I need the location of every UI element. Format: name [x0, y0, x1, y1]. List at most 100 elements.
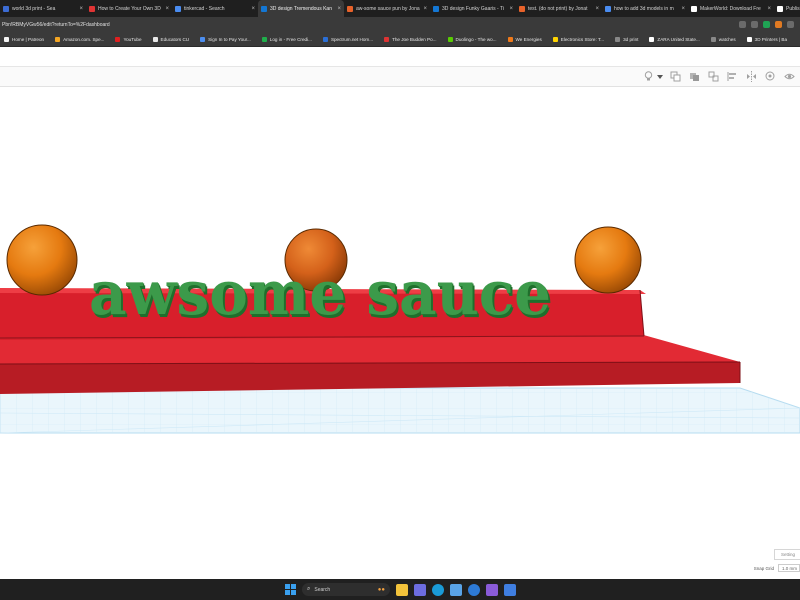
bookmark-item[interactable]: 3d print	[611, 36, 642, 42]
tab-label: Publish Mode	[786, 5, 800, 12]
tab-label: 3D design Funky Gaaris - Ti	[442, 5, 504, 12]
install-app-icon[interactable]	[739, 21, 746, 28]
profile-icon[interactable]	[775, 21, 782, 28]
media-icon[interactable]	[486, 583, 498, 596]
tab-favicon-icon	[175, 5, 181, 12]
bookmark-item[interactable]: Duolingo - The wo...	[444, 36, 501, 42]
chevron-down-icon[interactable]	[657, 70, 663, 83]
chrome-icon[interactable]	[468, 583, 480, 596]
photos-icon[interactable]	[414, 583, 426, 596]
tab-close-icon[interactable]: ×	[337, 6, 341, 12]
bookmark-item[interactable]: We Energies	[504, 36, 546, 42]
bookmark-favicon-icon	[55, 36, 61, 42]
bookmark-item[interactable]: Log in - Free Credi...	[258, 36, 316, 42]
bookmark-label: YouTube	[123, 36, 142, 42]
tab-close-icon[interactable]: ×	[165, 6, 169, 12]
bookmark-favicon-icon	[152, 36, 158, 42]
browser-tab[interactable]: 3D design Funky Gaaris - Ti ×	[430, 0, 516, 17]
vpn-icon[interactable]	[450, 583, 462, 596]
workplane-grid	[0, 387, 800, 434]
widgets-icon: ●●	[377, 586, 385, 593]
bookmark-favicon-icon	[261, 36, 267, 42]
tab-favicon-icon	[519, 5, 525, 12]
settings-button[interactable]: Setting	[774, 549, 800, 560]
bookmark-label: We Energies	[515, 36, 542, 42]
star-icon[interactable]	[751, 21, 758, 28]
tinkercad-header	[0, 48, 800, 67]
bookmark-label: Duolingo - The wo...	[455, 36, 497, 42]
bookmark-label: Sign In to Pay Your...	[208, 36, 251, 42]
group-icon[interactable]	[688, 70, 701, 83]
tab-favicon-icon	[261, 5, 267, 12]
tab-close-icon[interactable]: ×	[595, 6, 599, 12]
bookmark-item[interactable]: YouTube	[111, 36, 145, 42]
bookmark-favicon-icon	[649, 36, 655, 42]
lightbulb-icon[interactable]	[642, 70, 655, 83]
tab-close-icon[interactable]: ×	[681, 6, 685, 12]
browser-tab[interactable]: 3D design Tremendous Kan ×	[258, 0, 344, 17]
bookmark-item[interactable]: watches	[707, 36, 740, 42]
editor-toolbar	[0, 67, 800, 87]
taskbar-search-label: Search	[314, 586, 331, 593]
tab-favicon-icon	[691, 5, 697, 12]
hide-icon[interactable]	[783, 70, 796, 83]
tab-close-icon[interactable]: ×	[79, 6, 83, 12]
tab-close-icon[interactable]: ×	[767, 6, 771, 12]
browser-tab[interactable]: Publish Mode	[774, 0, 800, 17]
tab-favicon-icon	[605, 5, 611, 12]
browser-tab[interactable]: tinkercad - Search ×	[172, 0, 258, 17]
tab-label: 3D design Tremendous Kan	[270, 5, 332, 12]
bookmark-item[interactable]: Electronics Store: T...	[549, 36, 608, 42]
browser-tab[interactable]: world 3d print - Sea ×	[0, 0, 86, 17]
tab-close-icon[interactable]: ×	[509, 6, 513, 12]
url-field[interactable]: Pbn!RBMyVGw56/edit?returnTo=%2Fdashboard	[2, 22, 739, 28]
align-icon[interactable]	[726, 70, 739, 83]
browser-tab[interactable]: MakerWorld: Download Fre ×	[688, 0, 774, 17]
store-icon[interactable]	[504, 583, 516, 596]
browser-tab[interactable]: aw-some sauce pun by Jona ×	[344, 0, 430, 17]
bookmark-item[interactable]: Sign In to Pay Your...	[196, 36, 255, 42]
tab-label: How to Create Your Own 3D	[98, 5, 161, 12]
tab-favicon-icon	[777, 5, 783, 12]
edge-icon[interactable]	[432, 583, 444, 596]
tab-close-icon[interactable]: ×	[423, 6, 427, 12]
bookmark-item[interactable]: Spectrum.net Hom...	[319, 36, 377, 42]
ungroup-icon[interactable]	[707, 70, 720, 83]
bookmark-item[interactable]: Amazon.com. Spe...	[51, 36, 108, 42]
bookmark-favicon-icon	[322, 36, 328, 42]
bookmark-favicon-icon	[447, 36, 453, 42]
awsome-sauce-text[interactable]: awsome sauce	[0, 263, 640, 324]
bookmark-item[interactable]: 3D Printers | Ba	[743, 36, 791, 42]
bookmark-item[interactable]: Home | Patreon	[0, 36, 48, 42]
cruise-icon[interactable]	[764, 70, 777, 83]
windows-icon[interactable]	[284, 584, 296, 596]
tab-favicon-icon	[89, 5, 95, 12]
tab-close-icon[interactable]: ×	[251, 6, 255, 12]
bookmark-favicon-icon	[615, 36, 621, 42]
bookmark-item[interactable]: Educators CU	[149, 36, 194, 42]
browser-tab[interactable]: how to add 3d models in m ×	[602, 0, 688, 17]
menu-icon[interactable]	[787, 21, 794, 28]
bookmark-label: Spectrum.net Hom...	[330, 36, 374, 42]
extension-icon[interactable]	[763, 21, 770, 28]
bookmarks-bar: Home | Patreon Amazon.com. Spe... YouTube E…	[0, 32, 800, 47]
workplane-viewport[interactable]	[0, 88, 800, 578]
bookmark-favicon-icon	[552, 36, 558, 42]
browser-tab[interactable]: test. (do not print) by Jonat ×	[516, 0, 602, 17]
bookmark-label: 3D Printers | Ba	[754, 36, 787, 42]
tab-label: test. (do not print) by Jonat	[528, 5, 588, 12]
browser-tab[interactable]: How to Create Your Own 3D ×	[86, 0, 172, 17]
files-icon[interactable]	[396, 583, 408, 596]
taskbar-search[interactable]: ⌕ Search ●●	[302, 583, 390, 596]
scene-svg	[0, 224, 800, 434]
bookmark-item[interactable]: ZARA United State...	[645, 36, 703, 42]
tab-favicon-icon	[3, 5, 9, 12]
search-icon: ⌕	[307, 586, 311, 592]
bookmark-label: watches	[718, 36, 736, 42]
bookmark-label: ZARA United State...	[657, 36, 700, 42]
bookmark-item[interactable]: The Joe Budden Po...	[380, 36, 440, 42]
copy-icon[interactable]	[669, 70, 682, 83]
mirror-icon[interactable]	[745, 70, 758, 83]
snap-grid-value[interactable]: 1.0 mm	[778, 564, 800, 572]
tab-label: MakerWorld: Download Fre	[700, 5, 761, 12]
